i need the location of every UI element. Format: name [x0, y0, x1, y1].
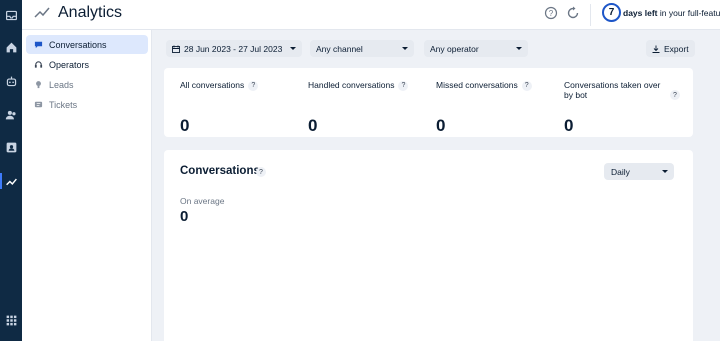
- contacts-icon[interactable]: [0, 103, 22, 125]
- chevron-down-icon: [290, 47, 296, 50]
- chat-bubble-icon: [34, 41, 43, 49]
- page-title: Analytics: [58, 4, 123, 21]
- stat-value: 0: [436, 116, 446, 135]
- export-label: Export: [664, 43, 689, 54]
- interval-select[interactable]: Daily: [604, 163, 674, 180]
- date-range-select[interactable]: 28 Jun 2023 - 27 Jul 2023: [166, 40, 302, 57]
- help-icon[interactable]: ?: [398, 80, 409, 91]
- subnav-item-label: Tickets: [49, 99, 78, 110]
- panel-title: Conversations: [180, 165, 260, 177]
- trend-line-icon: [34, 7, 50, 18]
- ticket-icon: [34, 101, 43, 108]
- subnav-item-tickets[interactable]: Tickets: [26, 95, 148, 114]
- subnav-item-conversations[interactable]: Conversations: [26, 35, 148, 54]
- stats-card: All conversations? 0 Handled conversatio…: [164, 68, 693, 137]
- left-icon-rail: [0, 0, 22, 341]
- chevron-down-icon: [516, 47, 522, 50]
- header-divider: [590, 4, 591, 26]
- trial-days-badge[interactable]: 7: [602, 3, 621, 22]
- date-range-value: 28 Jun 2023 - 27 Jul 2023: [184, 43, 283, 54]
- stat-value: 0: [308, 116, 318, 135]
- channel-select[interactable]: Any channel: [310, 40, 414, 57]
- stat-label: Conversations taken over by bot: [564, 80, 661, 101]
- bot-icon[interactable]: [0, 70, 22, 92]
- calendar-icon: [172, 45, 180, 53]
- average-label: On average: [180, 196, 225, 206]
- analytics-subnav: Conversations Operators Leads Tickets: [22, 30, 152, 341]
- subnav-item-operators[interactable]: Operators: [26, 55, 148, 74]
- subnav-item-label: Operators: [49, 59, 90, 70]
- channel-value: Any channel: [316, 43, 363, 54]
- trial-emphasis: days left: [623, 8, 658, 18]
- stat-taken-over-by-bot: Conversations taken over by bot ? 0: [564, 68, 684, 137]
- headset-icon: [34, 61, 43, 68]
- refresh-icon[interactable]: [566, 6, 580, 20]
- stat-label: Missed conversations: [436, 80, 518, 90]
- trial-suffix: in your full-feature: [659, 8, 720, 18]
- help-icon[interactable]: ?: [248, 80, 259, 91]
- chevron-down-icon: [402, 47, 408, 50]
- subnav-item-label: Leads: [49, 79, 74, 90]
- stat-label: All conversations: [180, 80, 245, 90]
- export-button[interactable]: Export: [646, 40, 695, 57]
- average-value: 0: [180, 208, 189, 225]
- subnav-item-leads[interactable]: Leads: [26, 75, 148, 94]
- stat-missed-conversations: Missed conversations? 0: [436, 68, 556, 137]
- help-icon[interactable]: ?: [256, 167, 266, 177]
- stat-value: 0: [180, 116, 190, 135]
- apps-grid-icon[interactable]: [0, 309, 22, 331]
- operator-select[interactable]: Any operator: [424, 40, 528, 57]
- stat-value: 0: [564, 116, 574, 135]
- download-icon: [652, 45, 660, 53]
- lightbulb-icon: [36, 81, 41, 89]
- main-content: 28 Jun 2023 - 27 Jul 2023 Any channel An…: [152, 30, 720, 341]
- help-circle-icon[interactable]: ?: [544, 6, 558, 20]
- help-icon[interactable]: ?: [670, 90, 680, 100]
- stat-all-conversations: All conversations? 0: [180, 68, 300, 137]
- home-icon[interactable]: [0, 36, 22, 58]
- operator-value: Any operator: [430, 43, 479, 54]
- help-icon[interactable]: ?: [521, 80, 532, 91]
- stat-label: Handled conversations: [308, 80, 395, 90]
- subnav-item-label: Conversations: [49, 39, 107, 50]
- inbox-icon[interactable]: [0, 4, 22, 26]
- chevron-down-icon: [662, 170, 668, 173]
- trial-message[interactable]: days left in your full-feature: [623, 8, 720, 18]
- id-card-icon[interactable]: [0, 136, 22, 158]
- interval-value: Daily: [611, 166, 630, 177]
- top-bar: Analytics ? 7 days left in your full-fea…: [22, 0, 720, 30]
- svg-text:?: ?: [549, 9, 554, 18]
- stat-handled-conversations: Handled conversations? 0: [308, 68, 428, 137]
- analytics-icon[interactable]: [0, 170, 22, 192]
- conversations-panel: Conversations ? Daily On average 0: [164, 150, 693, 341]
